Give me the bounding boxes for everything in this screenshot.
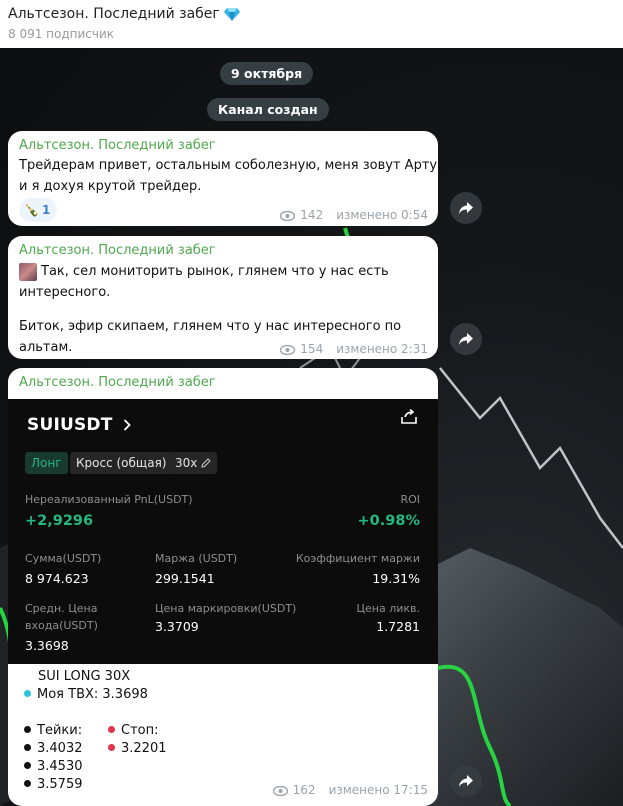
entry-dot-icon — [24, 690, 31, 697]
liq-price-label: Цена ликв. — [356, 602, 420, 615]
eye-icon — [280, 344, 296, 356]
edit-pencil-icon — [201, 458, 212, 468]
view-count: 142 — [300, 208, 324, 222]
take-dot-icon — [24, 726, 31, 733]
share-button[interactable] — [450, 765, 482, 797]
reaction-emoji: 🍾 — [24, 203, 39, 217]
eye-icon — [280, 210, 296, 222]
share-box-icon — [401, 409, 417, 424]
entry-line: Моя ТВХ: 3.3698 — [24, 687, 148, 702]
subscriber-count: 8 091 подписчик — [8, 27, 115, 41]
channel-created-notice: Канал создан — [207, 98, 329, 121]
message-meta: 162 изменено 17:15 — [272, 783, 428, 797]
margin-label: Маржа (USDT) — [155, 552, 238, 565]
pnl-label: Нереализованный PnL(USDT) — [25, 493, 193, 506]
share-button[interactable] — [450, 323, 482, 355]
trade-title: SUI LONG 30X — [38, 669, 131, 684]
margin-value: 299.1541 — [155, 571, 215, 586]
entry-text: Моя ТВХ: 3.3698 — [37, 687, 148, 702]
take-line: 3.5759 — [24, 777, 83, 792]
takes-label-line: Тейки: — [24, 723, 82, 738]
take-value: 3.5759 — [37, 777, 83, 792]
take-dot-icon — [24, 744, 31, 751]
channel-header[interactable]: Альтсезон. Последний забег 8 091 подписч… — [0, 0, 623, 48]
message-text-line: интересного. — [19, 285, 111, 300]
take-line: 3.4530 — [24, 759, 83, 774]
mark-price-value: 3.3709 — [155, 619, 199, 634]
amount-label: Сумма(USDT) — [25, 552, 102, 565]
symbol-row: SUIUSDT — [27, 415, 131, 435]
take-dot-icon — [24, 762, 31, 769]
message-text-line: Трейдерам привет, остальным соболезную, … — [19, 158, 446, 173]
avatar-icon — [19, 263, 37, 281]
liq-price-value: 1.7281 — [376, 619, 420, 634]
chevron-right-icon — [123, 419, 131, 431]
mark-price-label: Цена маркировки(USDT) — [155, 602, 297, 615]
message-author[interactable]: Альтсезон. Последний забег — [19, 138, 216, 153]
position-screenshot[interactable]: SUIUSDT Лонг Кросс (общая) 30x Нереализо… — [8, 399, 438, 664]
reaction-count: 1 — [41, 203, 51, 217]
message-author[interactable]: Альтсезон. Последний забег — [19, 243, 216, 258]
stop-dot-icon — [108, 744, 115, 751]
take-dot-icon — [24, 780, 31, 787]
share-button[interactable] — [450, 192, 482, 224]
margin-ratio-value: 19.31% — [372, 571, 420, 586]
take-line: 3.4032 — [24, 741, 83, 756]
share-arrow-icon — [459, 202, 473, 214]
takes-label: Тейки: — [37, 723, 83, 738]
message-text-line: Биток, эфир скипаем, глянем что у нас ин… — [19, 319, 402, 334]
share-arrow-icon — [459, 775, 473, 787]
symbol-name: SUIUSDT — [27, 415, 113, 435]
margin-mode-tag: Кросс (общая) — [70, 452, 173, 474]
leverage-value: 30x — [175, 456, 198, 470]
stop-dot-icon — [108, 726, 115, 733]
entry-price-label-2: входа(USDT) — [25, 619, 98, 632]
eye-icon — [272, 785, 288, 797]
message-meta: 154 изменено 2:31 — [280, 342, 428, 356]
edited-time: изменено 0:54 — [336, 208, 428, 222]
message-meta: 142 изменено 0:54 — [280, 208, 428, 222]
message-author[interactable]: Альтсезон. Последний забег — [19, 375, 216, 390]
channel-title-row: Альтсезон. Последний забег — [8, 6, 240, 22]
chat-area[interactable]: 9 октября Канал создан Альтсезон. Послед… — [0, 48, 623, 806]
margin-ratio-label: Коэффициент маржи — [295, 552, 420, 565]
share-arrow-icon — [459, 333, 473, 345]
view-count: 162 — [292, 783, 316, 797]
view-count: 154 — [300, 342, 324, 356]
entry-price-label: Средн. Цена — [25, 602, 98, 615]
entry-price-value: 3.3698 — [25, 638, 69, 653]
amount-value: 8 974.623 — [25, 571, 89, 586]
channel-title: Альтсезон. Последний забег — [8, 6, 220, 22]
stop-label-line: Стоп: — [108, 723, 158, 738]
message-text-line: и я дохуя крутой трейдер. — [19, 179, 202, 194]
verified-diamond-icon — [223, 7, 240, 21]
message-text-line: альтам. — [19, 340, 73, 355]
roi-value: +0.98% — [357, 513, 420, 529]
message-bubble[interactable]: Альтсезон. Последний забег Трейдерам при… — [8, 131, 445, 226]
leverage-tag: 30x — [169, 452, 218, 474]
stop-value: 3.2201 — [121, 741, 167, 756]
roi-label: ROI — [400, 493, 420, 506]
take-value: 3.4032 — [37, 741, 83, 756]
message-text-line: Так, сел мониторить рынок, глянем что у … — [41, 264, 389, 279]
stop-label: Стоп: — [121, 723, 159, 738]
date-separator: 9 октября — [220, 62, 314, 85]
edited-time: изменено 17:15 — [328, 783, 428, 797]
pnl-value: +2,9296 — [25, 513, 94, 529]
edited-time: изменено 2:31 — [336, 342, 428, 356]
reaction-badge[interactable]: 🍾 1 — [19, 198, 58, 222]
stop-line: 3.2201 — [108, 741, 167, 756]
take-value: 3.4530 — [37, 759, 83, 774]
message-bubble[interactable]: Альтсезон. Последний забег Так, сел мони… — [8, 236, 438, 359]
side-tag: Лонг — [25, 452, 68, 474]
